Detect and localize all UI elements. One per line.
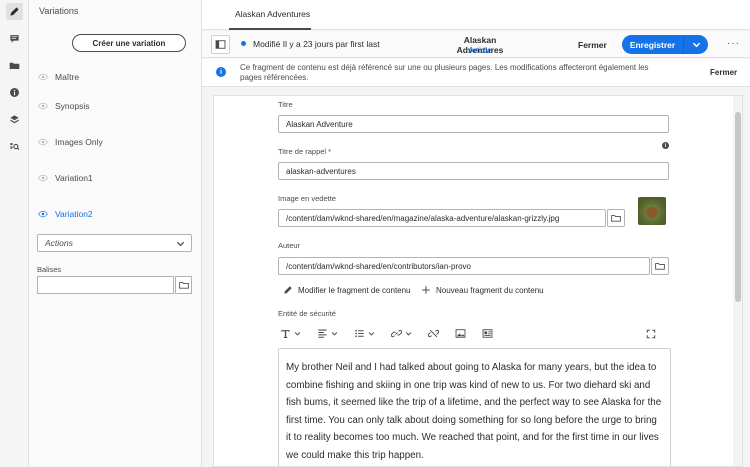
author-label: Auteur: [278, 241, 301, 250]
alert-close-button[interactable]: Fermer: [710, 68, 737, 77]
variations-panel: Variations Créer une variation Maître Sy…: [29, 0, 202, 467]
new-fragment-label: Nouveau fragment du contenu: [436, 285, 544, 295]
eye-icon: [38, 73, 48, 81]
scrollbar[interactable]: [733, 96, 742, 466]
tags-browse-button[interactable]: [175, 276, 192, 294]
folder-icon: [178, 282, 189, 289]
bullet-list-icon: [355, 329, 364, 337]
alert-text: Ce fragment de contenu est déjà référenc…: [240, 63, 649, 82]
variation-label: Variation1: [55, 173, 93, 183]
fullscreen-icon: [646, 329, 656, 339]
info-icon[interactable]: i: [662, 142, 669, 149]
edit-fragment-label: Modifier le fragment de contenu: [298, 285, 411, 295]
security-label: Entité de sécurité: [278, 309, 336, 318]
image-thumbnail[interactable]: [638, 197, 666, 225]
chevron-down-icon: [294, 331, 301, 336]
modified-text: Modifié Il y a 23 jours par first last: [253, 39, 380, 49]
chevron-down-icon: [331, 331, 338, 336]
unlink-icon: [428, 329, 439, 337]
pencil-icon[interactable]: [6, 3, 23, 20]
link-button[interactable]: [391, 328, 412, 339]
variation-label: Synopsis: [55, 101, 90, 111]
info-icon[interactable]: [6, 84, 23, 101]
insert-image-button[interactable]: [455, 328, 466, 339]
comment-icon[interactable]: [6, 30, 23, 47]
sidepanel-icon: [215, 40, 226, 49]
chevron-down-icon: [176, 241, 185, 247]
variation-label: Maître: [55, 72, 80, 82]
author-field[interactable]: /content/dam/wknd-shared/en/contributors…: [278, 257, 650, 275]
actions-placeholder: Actions: [45, 238, 73, 248]
eye-icon: [38, 174, 48, 182]
layers-icon[interactable]: [6, 111, 23, 128]
image-path-field[interactable]: /content/dam/wknd-shared/en/magazine/ala…: [278, 209, 606, 227]
info-icon: i: [216, 67, 226, 77]
variations-title: Variations: [39, 6, 79, 16]
list-button[interactable]: [354, 328, 375, 339]
close-button[interactable]: Fermer: [578, 40, 607, 50]
reference-alert: i Ce fragment de contenu est déjà référe…: [202, 59, 750, 87]
tags-input[interactable]: [37, 276, 174, 294]
link-icon: [391, 329, 402, 337]
actions-dropdown[interactable]: Actions: [37, 234, 192, 252]
variation-item-variation1[interactable]: Variation1: [38, 173, 93, 183]
tab-bar: Alaskan Adventures: [202, 0, 750, 30]
left-rail: [0, 0, 29, 467]
save-button-group: Enregistrer: [622, 35, 708, 54]
fragment-form: Titre Alaskan Adventure Titre de rappel …: [213, 95, 743, 467]
insert-fragment-button[interactable]: [482, 328, 493, 339]
rich-text-editor[interactable]: My brother Neil and I had talked about g…: [278, 348, 671, 466]
variation-label: Images Only: [55, 137, 103, 147]
title-label: Titre: [278, 100, 293, 109]
author-browse-button[interactable]: [651, 257, 669, 275]
variation-item-synopsis[interactable]: Synopsis: [38, 101, 90, 111]
more-options-button[interactable]: ···: [727, 38, 740, 49]
model-link[interactable]: Article: [440, 45, 520, 55]
save-button[interactable]: Enregistrer: [622, 35, 684, 54]
image-label: Image en vedette: [278, 194, 336, 203]
text-style-button[interactable]: [280, 328, 301, 339]
chevron-down-icon: [692, 42, 700, 48]
new-fragment-button[interactable]: Nouveau fragment du contenu: [421, 285, 544, 295]
variation-item-master[interactable]: Maître: [38, 72, 79, 82]
slug-label: Titre de rappel *: [278, 147, 332, 156]
fullscreen-button[interactable]: [646, 329, 656, 341]
folder-icon: [611, 215, 621, 222]
rich-text-toolbar: [280, 325, 660, 341]
save-options-button[interactable]: [684, 35, 708, 54]
image-browse-button[interactable]: [607, 209, 625, 227]
toggle-sidepanel-button[interactable]: [211, 35, 230, 54]
tab-alaskan-adventures[interactable]: Alaskan Adventures: [235, 9, 310, 19]
editor-toolbar: Modifié Il y a 23 jours par first last A…: [202, 31, 750, 58]
align-button[interactable]: [317, 328, 338, 339]
image-icon: [455, 328, 466, 338]
eye-icon: [38, 210, 48, 218]
scrollbar-thumb[interactable]: [735, 112, 741, 302]
align-left-icon: [318, 329, 327, 338]
folder-icon: [655, 263, 665, 270]
text-icon: [281, 329, 290, 338]
variation-label: Variation2: [55, 209, 93, 219]
edit-fragment-button[interactable]: Modifier le fragment de contenu: [283, 285, 411, 295]
eye-icon: [38, 102, 48, 110]
tags-label: Balises: [37, 265, 62, 274]
plus-icon: [422, 286, 430, 294]
chevron-down-icon: [368, 331, 375, 336]
slug-field[interactable]: alaskan-adventures: [278, 162, 669, 180]
status-dot: [241, 41, 246, 46]
search-insights-icon[interactable]: [6, 138, 23, 155]
unlink-button[interactable]: [428, 328, 439, 339]
variation-item-variation2[interactable]: Variation2: [38, 209, 93, 219]
eye-icon: [38, 138, 48, 146]
tab-indicator: [229, 28, 311, 30]
fragment-icon: [482, 328, 493, 338]
pencil-icon: [284, 286, 292, 294]
chevron-down-icon: [405, 331, 412, 336]
create-variation-button[interactable]: Créer une variation: [72, 34, 186, 52]
folder-icon[interactable]: [6, 57, 23, 74]
variation-item-images-only[interactable]: Images Only: [38, 137, 103, 147]
title-field[interactable]: Alaskan Adventure: [278, 115, 669, 133]
main-area: Alaskan Adventures Modifié Il y a 23 jou…: [202, 0, 750, 467]
